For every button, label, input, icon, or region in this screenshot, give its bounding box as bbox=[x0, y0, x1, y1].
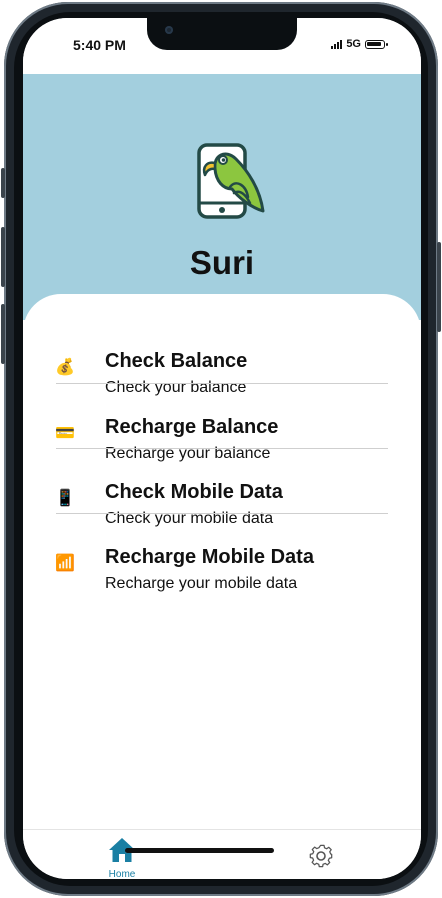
menu-panel: 💰 Check Balance Check your balance 💳 Rec… bbox=[23, 294, 421, 829]
nav-home-button[interactable]: Home bbox=[104, 836, 140, 879]
credit-card-icon: 💳 bbox=[55, 425, 75, 442]
signal-bars-icon: 📶 bbox=[55, 555, 75, 572]
check-mobile-data-item[interactable]: 📱 Check Mobile Data Check your mobile da… bbox=[23, 467, 421, 532]
bottom-nav: Home bbox=[23, 829, 421, 879]
home-indicator[interactable] bbox=[125, 848, 274, 853]
notch bbox=[147, 18, 297, 50]
check-balance-item[interactable]: 💰 Check Balance Check your balance bbox=[23, 336, 421, 401]
nav-settings-button[interactable] bbox=[306, 841, 336, 871]
mute-switch bbox=[1, 168, 5, 198]
divider bbox=[56, 513, 388, 514]
menu-item-subtitle: Check your balance bbox=[105, 379, 247, 396]
screen: 5:40 PM 5G Suri 💰 Check Balance Check yo… bbox=[23, 18, 421, 879]
network-type: 5G bbox=[346, 38, 361, 50]
divider bbox=[56, 383, 388, 384]
recharge-balance-item[interactable]: 💳 Recharge Balance Recharge your balance bbox=[23, 402, 421, 467]
volume-down-button bbox=[1, 304, 5, 364]
front-camera bbox=[165, 26, 173, 34]
app-header: Suri bbox=[23, 74, 421, 320]
menu-item-title: Check Mobile Data bbox=[105, 481, 283, 503]
nav-home-label: Home bbox=[108, 869, 136, 879]
recharge-mobile-data-item[interactable]: 📶 Recharge Mobile Data Recharge your mob… bbox=[23, 532, 421, 597]
divider bbox=[56, 448, 388, 449]
menu-item-title: Recharge Balance bbox=[105, 416, 279, 438]
cellular-signal-icon bbox=[331, 39, 343, 49]
menu-item-subtitle: Recharge your mobile data bbox=[105, 575, 298, 592]
status-time: 5:40 PM bbox=[73, 37, 126, 53]
menu-item-title: Check Balance bbox=[105, 350, 248, 372]
menu-item-title: Recharge Mobile Data bbox=[105, 546, 314, 568]
money-bag-icon: 💰 bbox=[55, 359, 75, 376]
mobile-phone-icon: 📱 bbox=[55, 490, 75, 507]
status-indicators: 5G bbox=[331, 38, 388, 50]
power-button bbox=[437, 242, 441, 332]
parrot-phone-logo-icon bbox=[197, 143, 265, 219]
app-title: Suri bbox=[189, 244, 255, 281]
gear-icon bbox=[309, 844, 333, 868]
battery-icon bbox=[365, 39, 388, 49]
volume-up-button bbox=[1, 227, 5, 287]
